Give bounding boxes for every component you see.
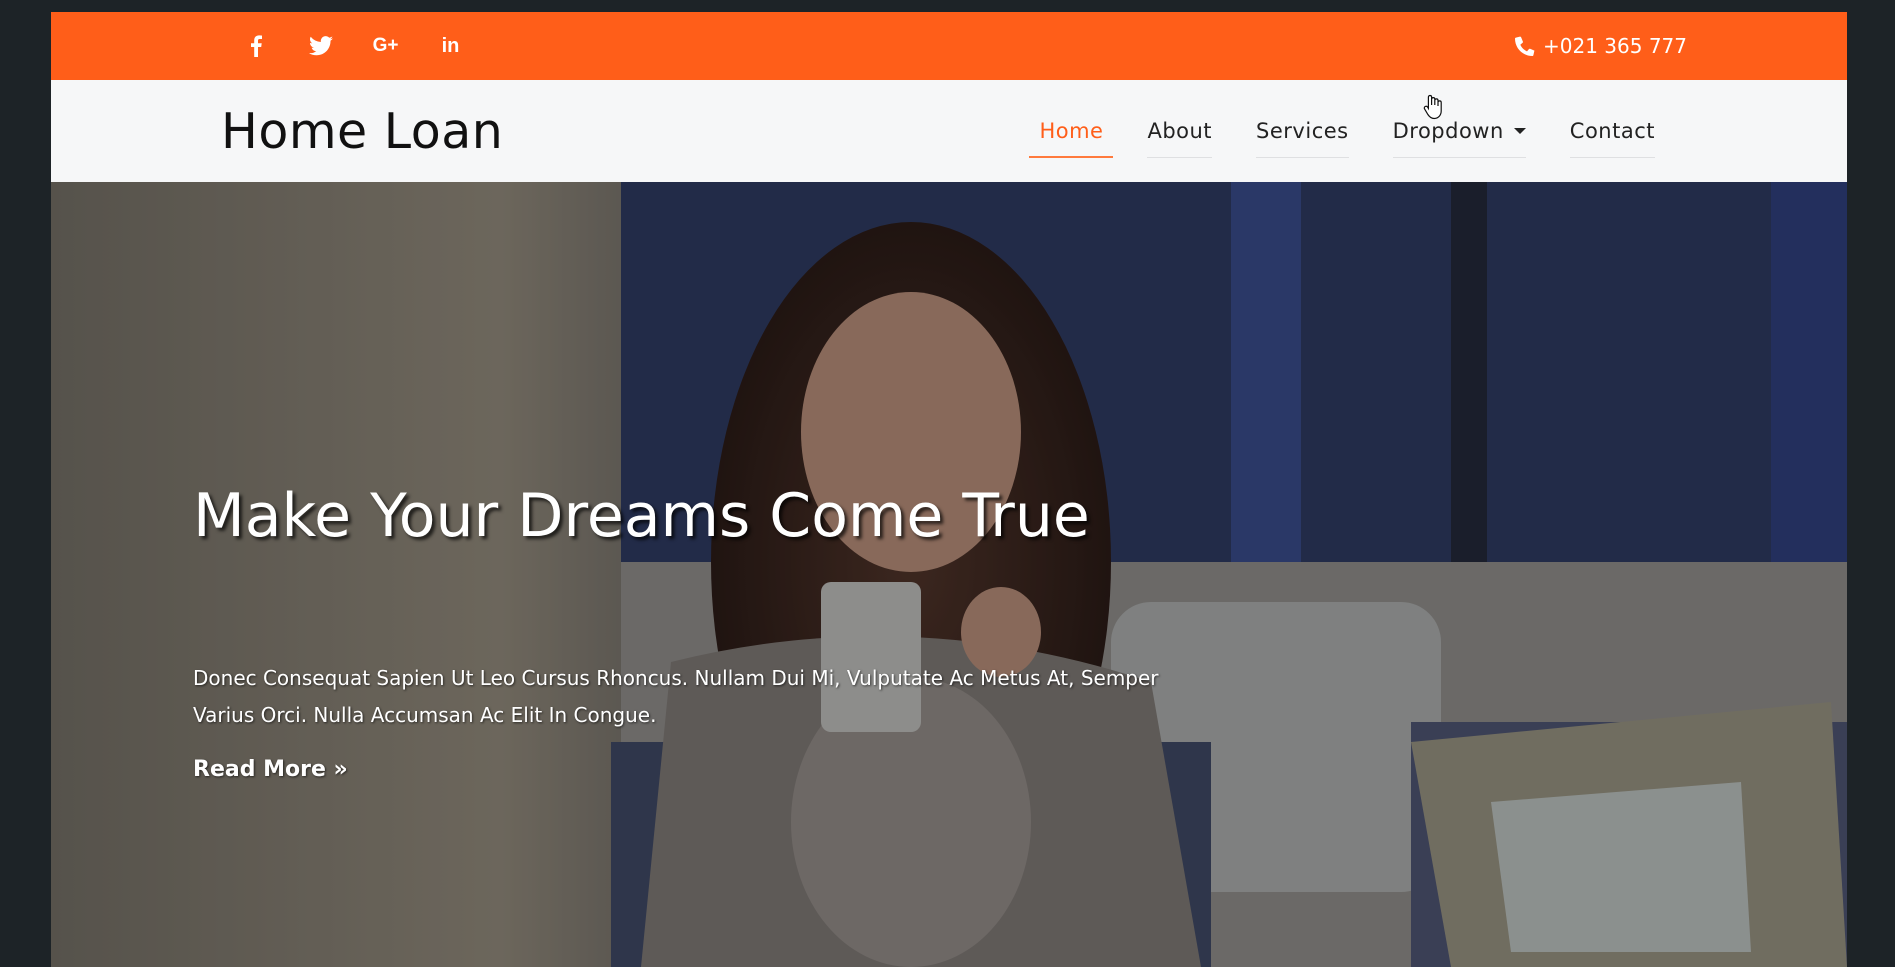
nav-underline bbox=[1392, 157, 1526, 158]
twitter-icon[interactable] bbox=[288, 12, 353, 80]
phone-contact[interactable]: +021 365 777 bbox=[1515, 12, 1687, 80]
nav-item-home[interactable]: Home bbox=[1017, 80, 1125, 182]
hero-title: Make Your Dreams Come True bbox=[193, 481, 1090, 551]
hero-banner: Make Your Dreams Come True Donec Consequ… bbox=[51, 182, 1847, 967]
nav-underline bbox=[1147, 157, 1213, 158]
nav-menu: Home About Services Dropdown Contact bbox=[1017, 80, 1677, 182]
brand-logo[interactable]: Home Loan bbox=[221, 80, 503, 182]
nav-item-label: About bbox=[1147, 119, 1213, 143]
nav-item-contact[interactable]: Contact bbox=[1548, 80, 1677, 182]
browser-viewport: G+ in +021 365 777 Home Loan Home About … bbox=[51, 12, 1847, 967]
phone-icon bbox=[1515, 36, 1535, 56]
facebook-icon[interactable] bbox=[223, 12, 288, 80]
hero-text: Donec Consequat Sapien Ut Leo Cursus Rho… bbox=[193, 666, 1159, 727]
caret-down-icon bbox=[1513, 128, 1526, 134]
google-plus-icon[interactable]: G+ bbox=[353, 12, 418, 80]
nav-underline bbox=[1256, 157, 1349, 158]
nav-underline bbox=[1569, 157, 1655, 158]
nav-item-label: Contact bbox=[1569, 119, 1655, 143]
read-more-link[interactable]: Read More » bbox=[193, 757, 348, 782]
active-underline bbox=[1029, 156, 1114, 158]
main-navbar: Home Loan Home About Services Dropdown C… bbox=[51, 80, 1847, 182]
nav-item-label: Services bbox=[1256, 119, 1349, 143]
phone-number: +021 365 777 bbox=[1543, 34, 1687, 58]
nav-item-services[interactable]: Services bbox=[1234, 80, 1371, 182]
nav-item-label: Dropdown bbox=[1392, 119, 1504, 143]
hand-cursor-icon bbox=[1423, 94, 1442, 120]
nav-item-about[interactable]: About bbox=[1125, 80, 1234, 182]
social-links: G+ in bbox=[223, 12, 483, 80]
hero-overlay bbox=[51, 182, 1847, 967]
linkedin-icon[interactable]: in bbox=[418, 12, 483, 80]
top-bar: G+ in +021 365 777 bbox=[51, 12, 1847, 80]
nav-item-label: Home bbox=[1039, 119, 1104, 143]
nav-item-dropdown[interactable]: Dropdown bbox=[1371, 80, 1548, 182]
